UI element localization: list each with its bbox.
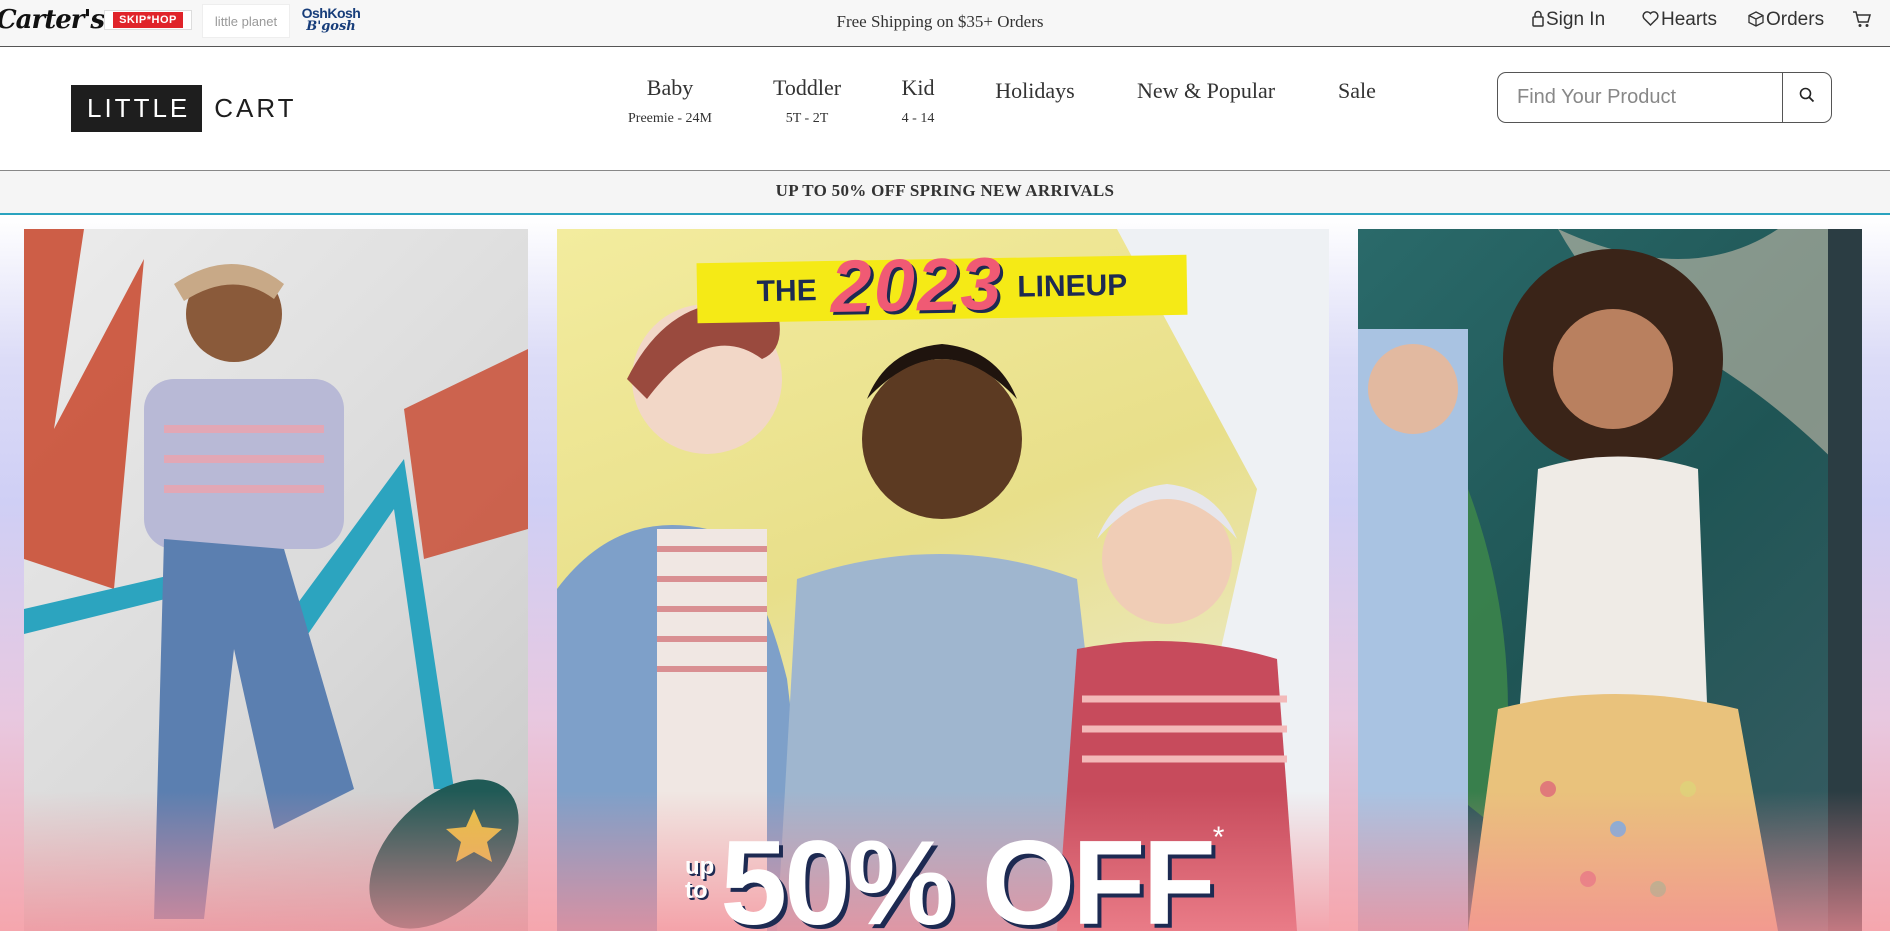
- little-cart-logo[interactable]: LITTLE CART: [71, 85, 297, 132]
- cart-icon[interactable]: [1852, 10, 1872, 33]
- nav-holidays-label: Holidays: [995, 78, 1075, 103]
- sale-upto-line1: up: [685, 853, 715, 880]
- hero-left-bottom-fade: [24, 791, 528, 931]
- nav-sale-label: Sale: [1338, 78, 1376, 103]
- nav-toddler-sizes: 5T - 2T: [785, 111, 829, 126]
- main-header: LITTLE CART Baby Preemie - 24M Toddler 5…: [0, 47, 1890, 171]
- hero-image-left[interactable]: [24, 229, 528, 931]
- nav-new-and-popular-label: New & Popular: [1136, 78, 1276, 103]
- sale-upto-line2: to: [685, 877, 708, 904]
- nav-kid[interactable]: Kid 4 - 14: [888, 75, 948, 127]
- headline-lineup: LINEUP: [1016, 268, 1128, 304]
- oshkosh-brand-logo[interactable]: OshKosh B'gosh: [296, 2, 366, 38]
- sale-amount: 50% OFF: [720, 816, 1215, 931]
- search-icon: [1799, 87, 1815, 108]
- nav-baby-sizes: Preemie - 24M: [628, 111, 712, 126]
- logo-light-part: CART: [214, 93, 297, 123]
- free-shipping-promo: Free Shipping on $35+ Orders: [836, 12, 1044, 31]
- nav-holidays[interactable]: Holidays: [985, 78, 1085, 104]
- oshkosh-logo-line2: B'gosh: [306, 19, 356, 34]
- orders-link[interactable]: Orders: [1748, 9, 1824, 31]
- search-button[interactable]: [1782, 73, 1831, 122]
- search-bar: [1497, 72, 1832, 123]
- skiphop-logo-text: SKIP*HOP: [113, 12, 183, 28]
- sale-announcement-banner[interactable]: UP TO 50% OFF SPRING NEW ARRIVALS: [0, 171, 1890, 215]
- sale-upto-label: up to: [685, 855, 714, 903]
- little-planet-brand-logo[interactable]: little planet: [202, 4, 290, 38]
- oshkosh-logo-line1: OshKosh: [301, 5, 361, 21]
- headline-year: 2023: [829, 241, 1004, 328]
- sale-asterisk: *: [1212, 821, 1225, 854]
- nav-kid-label: Kid: [901, 75, 935, 100]
- utility-bar: Carter's SKIP*HOP little planet OshKosh …: [0, 0, 1890, 47]
- hero-section: THE 2023 LINEUP up to 50% OFF *: [0, 217, 1890, 931]
- hero-image-center[interactable]: THE 2023 LINEUP up to 50% OFF *: [557, 229, 1329, 931]
- heart-icon: [1642, 11, 1659, 29]
- sale-offer-text: up to 50% OFF *: [685, 821, 1224, 931]
- logo-dark-part: LITTLE: [71, 85, 203, 132]
- hero-right-bottom-fade: [1358, 791, 1862, 931]
- lock-icon: [1532, 10, 1544, 30]
- nav-sale[interactable]: Sale: [1330, 78, 1384, 104]
- nav-toddler[interactable]: Toddler 5T - 2T: [757, 75, 857, 127]
- carters-brand-logo[interactable]: Carter's: [0, 2, 105, 38]
- search-input[interactable]: [1498, 73, 1782, 122]
- nav-new-and-popular[interactable]: New & Popular: [1130, 78, 1282, 104]
- box-icon: [1748, 10, 1764, 30]
- skiphop-brand-logo[interactable]: SKIP*HOP: [104, 10, 192, 30]
- headline-the: THE: [756, 274, 817, 309]
- sign-in-label: Sign In: [1546, 9, 1606, 30]
- nav-toddler-label: Toddler: [772, 75, 842, 100]
- hearts-link[interactable]: Hearts: [1642, 9, 1717, 31]
- hero-image-right[interactable]: [1358, 229, 1862, 931]
- nav-kid-sizes: 4 - 14: [901, 111, 935, 126]
- nav-baby[interactable]: Baby Preemie - 24M: [620, 75, 720, 127]
- orders-label: Orders: [1766, 9, 1825, 30]
- lineup-2023-headline: THE 2023 LINEUP: [696, 241, 1188, 327]
- sign-in-link[interactable]: Sign In: [1532, 9, 1605, 31]
- nav-baby-label: Baby: [646, 75, 694, 100]
- hearts-label: Hearts: [1661, 9, 1717, 30]
